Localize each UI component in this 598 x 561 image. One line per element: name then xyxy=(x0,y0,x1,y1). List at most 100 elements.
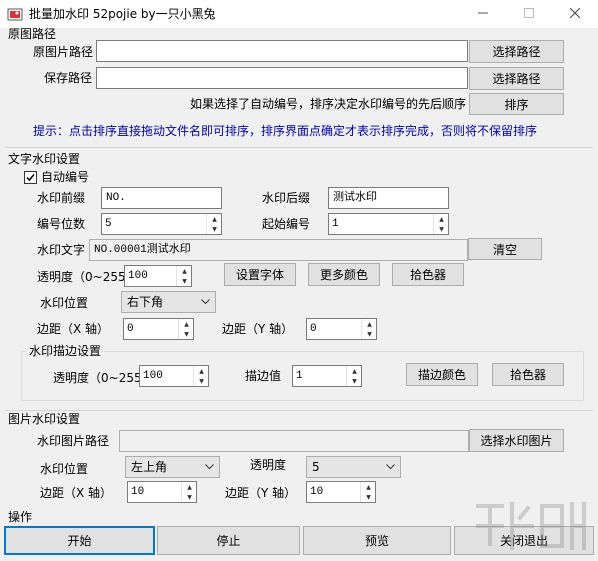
suffix-input[interactable]: 测试水印 xyxy=(328,187,449,209)
image-margin-x-spinner[interactable]: 10 ▲ ▼ xyxy=(127,481,197,503)
spin-up-icon[interactable]: ▲ xyxy=(361,482,376,492)
image-group-title: 图片水印设置 xyxy=(8,412,81,426)
text-position-label: 水印位置 xyxy=(40,296,89,310)
stroke-width-spinner[interactable]: 1 ▲ ▼ xyxy=(292,365,362,387)
watermark-text-label: 水印文字 xyxy=(37,243,86,257)
spin-down-icon[interactable]: ▼ xyxy=(361,492,376,502)
digits-label: 编号位数 xyxy=(37,217,86,231)
text-color-picker-button[interactable]: 拾色器 xyxy=(392,263,464,286)
choose-save-button[interactable]: 选择路径 xyxy=(469,67,564,90)
text-position-value: 右下角 xyxy=(127,295,164,309)
maximize-icon xyxy=(524,7,534,21)
spin-up-icon[interactable]: ▲ xyxy=(347,366,362,376)
spin-down-icon[interactable]: ▼ xyxy=(177,276,192,286)
text-margin-x-label: 边距（X 轴） xyxy=(37,322,110,336)
stop-button[interactable]: 停止 xyxy=(157,526,300,555)
source-path-label: 原图片路径 xyxy=(33,45,94,59)
save-path-input[interactable] xyxy=(96,67,468,89)
text-position-select[interactable]: 右下角 xyxy=(121,291,216,313)
digits-spinner[interactable]: 5 ▲ ▼ xyxy=(101,213,222,235)
image-path-label: 水印图片路径 xyxy=(37,434,110,448)
start-number-spinner[interactable]: 1 ▲ ▼ xyxy=(328,213,449,235)
image-margin-x-label: 边距（X 轴） xyxy=(40,486,113,500)
source-path-input[interactable] xyxy=(96,40,468,62)
clear-button[interactable]: 清空 xyxy=(468,238,542,260)
image-position-value: 左上角 xyxy=(131,460,168,474)
preview-button[interactable]: 预览 xyxy=(303,526,451,555)
spin-down-icon[interactable]: ▼ xyxy=(182,492,197,502)
stroke-width-label: 描边值 xyxy=(245,369,282,383)
spin-down-icon[interactable]: ▼ xyxy=(179,329,194,339)
spin-up-icon[interactable]: ▲ xyxy=(194,366,209,376)
sort-tip: 提示：点击排序直接拖动文件名即可排序，排序界面点确定才表示排序完成，否则将不保留… xyxy=(33,124,538,138)
text-opacity-spinner[interactable]: 100 ▲ ▼ xyxy=(124,265,192,287)
image-opacity-label: 透明度 xyxy=(250,458,287,472)
auto-number-checkbox[interactable]: 自动编号 xyxy=(24,170,114,184)
more-colors-button[interactable]: 更多颜色 xyxy=(308,263,380,286)
choose-image-button[interactable]: 选择水印图片 xyxy=(469,429,564,452)
chevron-down-icon xyxy=(384,459,396,475)
text-margin-y-value: 0 xyxy=(310,323,317,335)
text-margin-y-spinner[interactable]: 0 ▲ ▼ xyxy=(306,318,377,340)
spin-up-icon[interactable]: ▲ xyxy=(177,266,192,276)
start-number-label: 起始编号 xyxy=(262,217,311,231)
image-position-label: 水印位置 xyxy=(40,462,89,476)
spin-up-icon[interactable]: ▲ xyxy=(182,482,197,492)
stroke-opacity-spinner[interactable]: 100 ▲ ▼ xyxy=(139,365,209,387)
image-margin-y-label: 边距（Y 轴） xyxy=(225,486,297,500)
digits-value: 5 xyxy=(105,218,112,230)
set-font-button[interactable]: 设置字体 xyxy=(224,263,296,286)
spin-up-icon[interactable]: ▲ xyxy=(179,319,194,329)
suffix-label: 水印后缀 xyxy=(262,191,311,205)
spin-down-icon[interactable]: ▼ xyxy=(362,329,377,339)
text-margin-x-spinner[interactable]: 0 ▲ ▼ xyxy=(123,318,194,340)
spin-down-icon[interactable]: ▼ xyxy=(207,224,222,234)
auto-number-label: 自动编号 xyxy=(41,170,90,184)
image-position-select[interactable]: 左上角 xyxy=(125,456,220,478)
spin-down-icon[interactable]: ▼ xyxy=(194,376,209,386)
choose-source-button[interactable]: 选择路径 xyxy=(469,40,564,63)
actions-title: 操作 xyxy=(8,510,33,524)
stroke-color-picker-button[interactable]: 拾色器 xyxy=(492,363,564,386)
close-icon xyxy=(569,7,581,21)
stroke-color-button[interactable]: 描边颜色 xyxy=(406,363,478,386)
image-opacity-select[interactable]: 5 xyxy=(306,456,401,478)
spin-down-icon[interactable]: ▼ xyxy=(347,376,362,386)
sort-note: 如果选择了自动编号，排序决定水印编号的先后顺序 xyxy=(190,97,467,111)
minimize-button[interactable] xyxy=(460,0,506,28)
image-path-input[interactable] xyxy=(119,430,469,452)
watermark-text-input[interactable]: NO.00001测试水印 xyxy=(89,239,468,261)
app-icon xyxy=(7,6,23,22)
maximize-button[interactable] xyxy=(506,0,552,28)
sort-button[interactable]: 排序 xyxy=(469,93,564,115)
text-opacity-label: 透明度（0~255） xyxy=(37,270,138,284)
spin-down-icon[interactable]: ▼ xyxy=(434,224,449,234)
close-button[interactable] xyxy=(552,0,598,28)
image-opacity-value: 5 xyxy=(312,460,320,474)
source-group-title: 原图路径 xyxy=(8,27,57,41)
stroke-opacity-value: 100 xyxy=(143,370,163,382)
text-margin-x-value: 0 xyxy=(127,323,134,335)
image-margin-y-spinner[interactable]: 10 ▲ ▼ xyxy=(306,481,376,503)
title-bar[interactable]: 批量加水印 52pojie by一只小黑兔 xyxy=(0,0,598,28)
image-margin-y-value: 10 xyxy=(310,486,324,498)
stroke-group-title: 水印描边设置 xyxy=(27,344,104,358)
site-watermark-logo xyxy=(472,496,596,556)
spin-up-icon[interactable]: ▲ xyxy=(362,319,377,329)
save-path-label: 保存路径 xyxy=(44,71,93,85)
spin-up-icon[interactable]: ▲ xyxy=(434,214,449,224)
text-opacity-value: 100 xyxy=(128,270,148,282)
divider xyxy=(5,410,593,411)
chevron-down-icon xyxy=(203,459,215,475)
spin-up-icon[interactable]: ▲ xyxy=(207,214,222,224)
stroke-width-value: 1 xyxy=(296,370,303,382)
text-margin-y-label: 边距（Y 轴） xyxy=(222,322,294,336)
minimize-icon xyxy=(478,7,488,21)
checkmark-icon xyxy=(24,170,37,184)
start-button[interactable]: 开始 xyxy=(4,526,155,555)
start-number-value: 1 xyxy=(332,218,339,230)
text-group-title: 文字水印设置 xyxy=(8,152,81,166)
prefix-input[interactable]: NO. xyxy=(101,187,222,209)
image-margin-x-value: 10 xyxy=(131,486,145,498)
chevron-down-icon xyxy=(199,294,211,310)
